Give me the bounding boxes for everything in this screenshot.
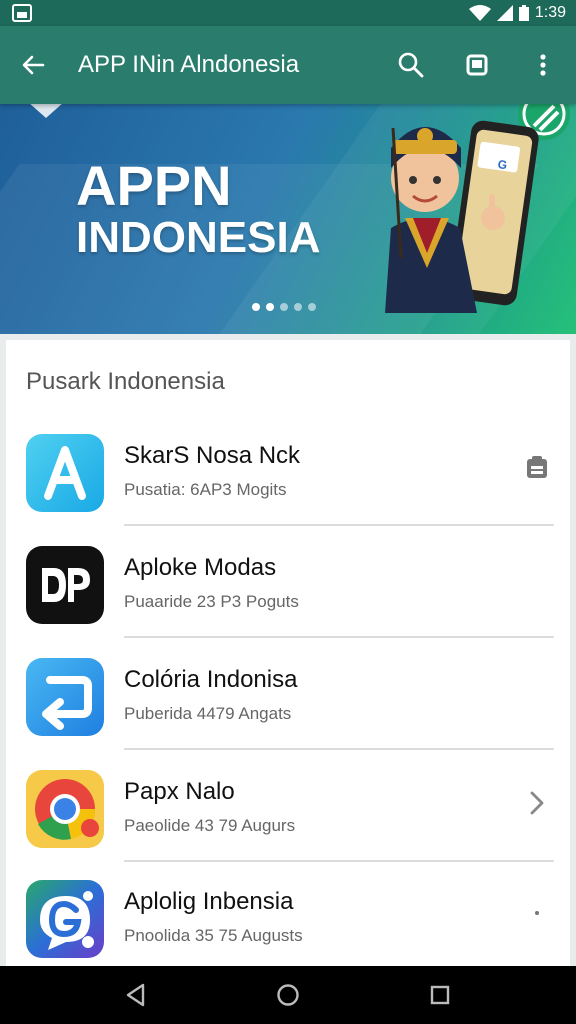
carousel-dot[interactable] — [252, 303, 260, 311]
nav-recents-button[interactable] — [410, 966, 470, 1024]
search-button[interactable] — [378, 26, 444, 104]
triangle-back-icon — [126, 983, 145, 1007]
app-name: Papx Nalo — [124, 778, 235, 805]
status-bar: 1:39 — [0, 0, 576, 26]
dot-icon — [522, 898, 552, 928]
arrow-left-icon — [22, 55, 45, 75]
dp-logo-icon — [26, 546, 104, 624]
list-item[interactable]: Papx Nalo Paeolide 43 79 Augurs — [6, 750, 570, 862]
list-item[interactable]: SkarS Nosa Nck Pusatia: 6AP3 Mogits — [6, 414, 570, 526]
chrome-like-icon — [26, 770, 104, 848]
carousel-indicator[interactable] — [252, 303, 316, 311]
app-list-card: Pusark Indonensia SkarS Nosa Nck Pusatia… — [6, 340, 570, 966]
banner-headline: APPN INDONESIA — [76, 158, 320, 260]
app-name: Colória Indonisa — [124, 666, 298, 693]
app-name: SkarS Nosa Nck — [124, 442, 301, 469]
wifi-icon — [468, 5, 491, 21]
list-item[interactable]: Colória Indonisa Puberida 4479 Angats — [6, 638, 570, 750]
banner-triangle-decoration — [28, 104, 64, 118]
phone-screen-label: G — [497, 157, 508, 172]
carousel-dot[interactable] — [280, 303, 288, 311]
image-notification-icon — [12, 4, 32, 22]
app-subtitle: Paeolide 43 79 Augurs — [124, 816, 296, 835]
list-item[interactable]: Aploke Modas Puaaride 23 P3 Poguts — [6, 526, 570, 638]
navigation-bar — [0, 966, 576, 1024]
more-options-button[interactable] — [510, 26, 576, 104]
character-with-phone-illustration: G — [385, 120, 539, 313]
nav-home-button[interactable] — [258, 966, 318, 1024]
signal-icon — [496, 5, 513, 21]
swap-arrow-icon — [26, 658, 104, 736]
back-button[interactable] — [0, 26, 66, 104]
banner-headline-line1: APPN — [76, 154, 232, 217]
app-name: Aploke Modas — [124, 554, 277, 581]
clipboard-icon[interactable] — [522, 452, 552, 482]
chevron-right-icon[interactable] — [522, 788, 552, 818]
square-recents-icon — [430, 985, 450, 1005]
more-vert-icon — [540, 54, 546, 76]
battery-icon — [518, 5, 529, 21]
search-icon — [398, 52, 424, 78]
nav-back-button[interactable] — [106, 966, 166, 1024]
circle-home-icon — [277, 984, 299, 1006]
app-bar: APP INin Alndonesia — [0, 26, 576, 104]
list-item[interactable]: Aplolig Inbensia Pnoolida 35 75 Augusts — [6, 860, 570, 972]
app-subtitle: Puberida 4479 Angats — [124, 704, 292, 723]
app-name: Aplolig Inbensia — [124, 888, 294, 915]
a-letter-icon — [26, 434, 104, 512]
app-subtitle: Pnoolida 35 75 Augusts — [124, 926, 303, 945]
section-title: Pusark Indonensia — [26, 368, 225, 395]
square-button[interactable] — [444, 26, 510, 104]
g-chat-icon — [26, 880, 104, 958]
carousel-dot[interactable] — [294, 303, 302, 311]
banner-headline-line2: INDONESIA — [76, 213, 321, 262]
status-time: 1:39 — [534, 4, 566, 21]
square-icon — [466, 54, 488, 76]
page-title: APP INin Alndonesia — [78, 51, 300, 78]
app-subtitle: Pusatia: 6AP3 Mogits — [124, 480, 287, 499]
carousel-dot[interactable] — [308, 303, 316, 311]
carousel-dot[interactable] — [266, 303, 274, 311]
app-subtitle: Puaaride 23 P3 Poguts — [124, 592, 299, 611]
